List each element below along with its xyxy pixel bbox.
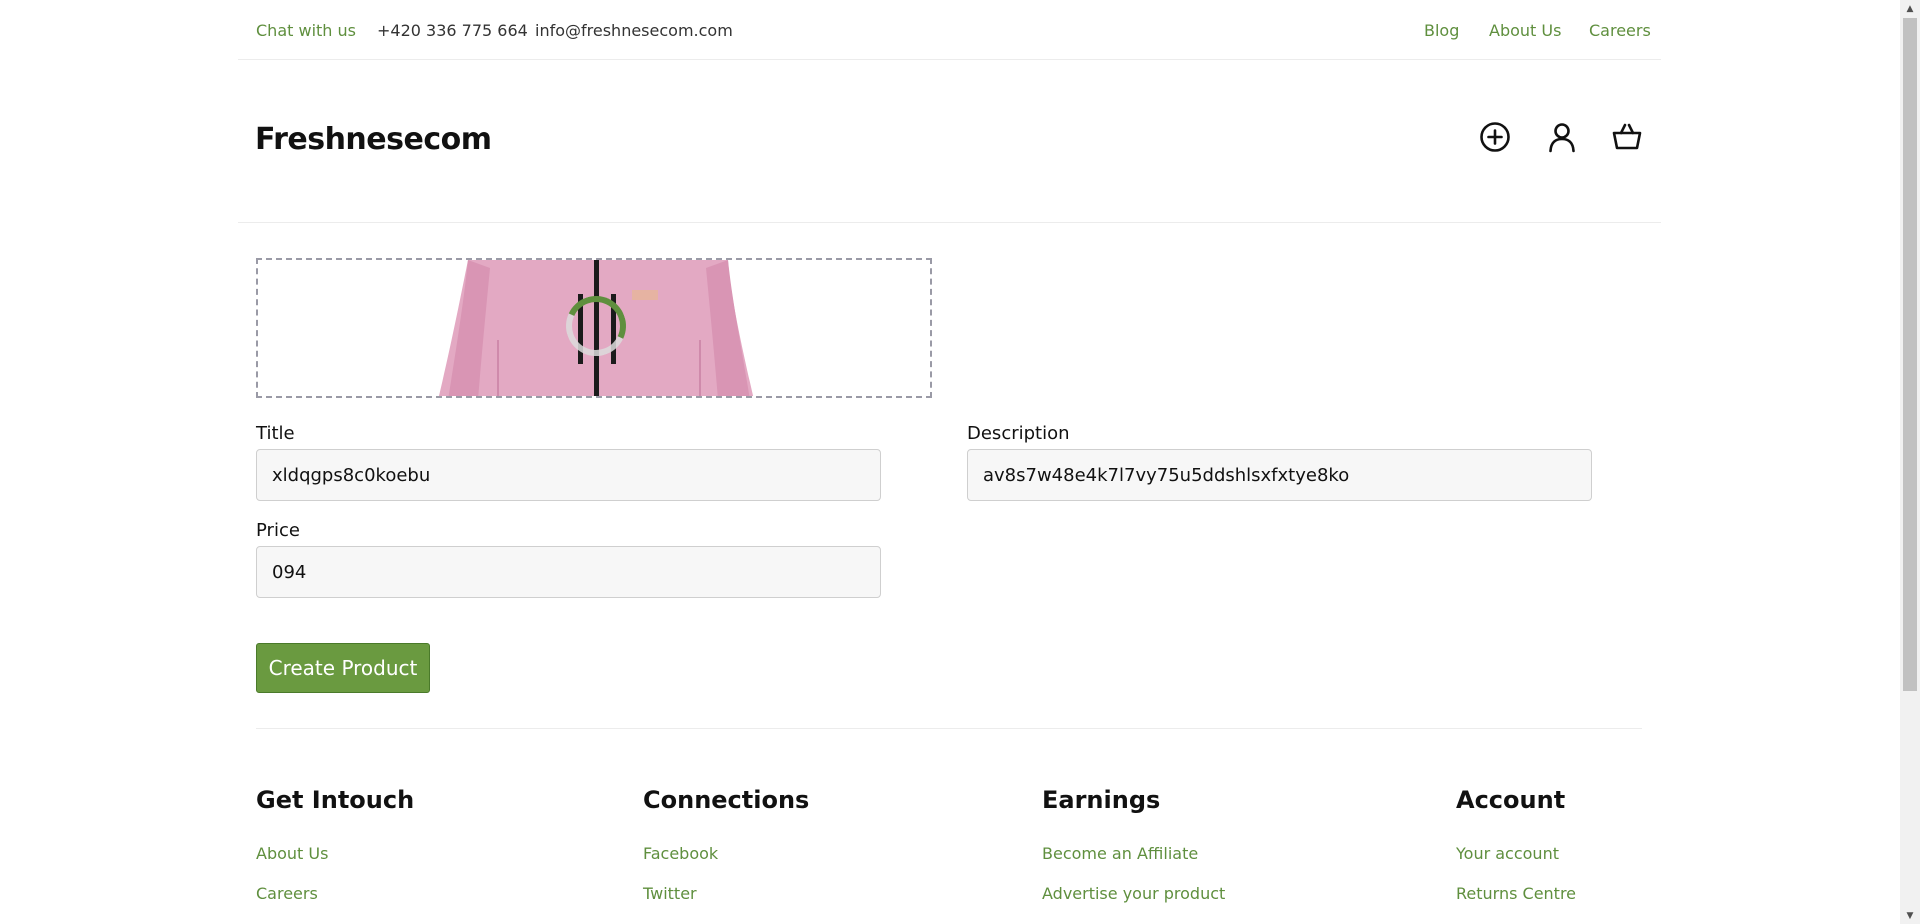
footer-heading: Connections [643,786,810,814]
scrollbar-thumb[interactable] [1903,18,1917,691]
footer-column-connections: Connections Facebook Twitter [643,786,809,924]
add-circle-icon[interactable] [1476,118,1514,156]
image-upload-dropzone[interactable] [256,258,932,398]
footer-column-get-intouch: Get Intouch About Us Careers [256,786,414,924]
footer-link-facebook[interactable]: Facebook [643,844,809,863]
description-input[interactable] [967,449,1592,501]
footer-column-account: Account Your account Returns Centre [1456,786,1576,924]
footer-divider [256,728,1642,729]
footer-link-twitter[interactable]: Twitter [643,884,809,903]
create-product-button[interactable]: Create Product [256,643,430,693]
footer-heading: Account [1456,786,1566,814]
phone-number: +420 336 775 664 [377,21,528,40]
footer-link-affiliate[interactable]: Become an Affiliate [1042,844,1225,863]
title-input[interactable] [256,449,881,501]
basket-icon[interactable] [1608,118,1646,156]
footer-heading: Earnings [1042,786,1161,814]
price-input[interactable] [256,546,881,598]
footer-link-returns[interactable]: Returns Centre [1456,884,1576,903]
scroll-down-arrow-icon[interactable]: ▼ [1900,907,1920,924]
email-address: info@freshnesecom.com [535,21,733,40]
site-header: Freshnesecom [238,60,1661,223]
vertical-scrollbar[interactable]: ▲ ▼ [1900,0,1920,924]
price-label: Price [256,520,300,541]
footer-link-your-account[interactable]: Your account [1456,844,1576,863]
user-icon[interactable] [1543,118,1581,156]
top-link-careers[interactable]: Careers [1589,21,1651,40]
description-label: Description [967,423,1070,444]
page: Chat with us +420 336 775 664 info@fresh… [0,0,1920,924]
footer-link-about-us[interactable]: About Us [256,844,414,863]
scroll-up-arrow-icon[interactable]: ▲ [1900,0,1920,17]
top-link-about[interactable]: About Us [1489,21,1561,40]
footer-link-advertise[interactable]: Advertise your product [1042,884,1225,903]
site-logo[interactable]: Freshnesecom [255,122,492,157]
footer-heading: Get Intouch [256,786,415,814]
top-bar: Chat with us +420 336 775 664 info@fresh… [238,0,1661,60]
footer-column-earnings: Earnings Become an Affiliate Advertise y… [1042,786,1225,924]
top-link-blog[interactable]: Blog [1424,21,1459,40]
footer-link-careers[interactable]: Careers [256,884,414,903]
title-label: Title [256,423,295,444]
chat-link[interactable]: Chat with us [256,21,356,40]
